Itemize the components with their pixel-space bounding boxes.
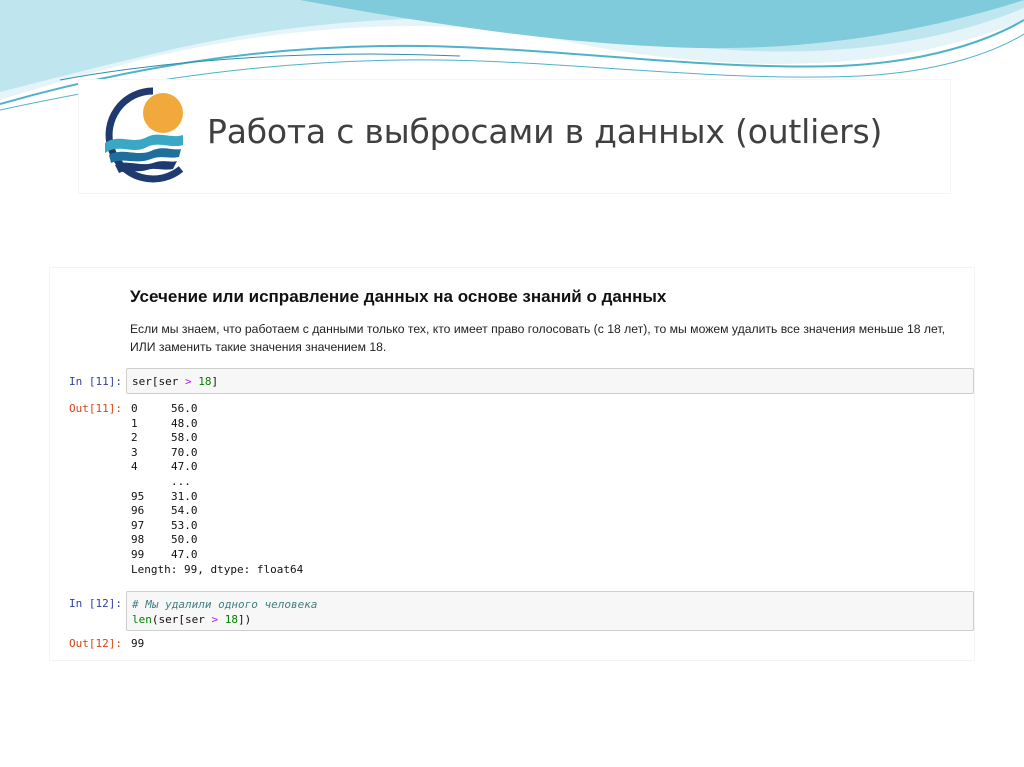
output-prompt-12: Out[12]:: [69, 637, 122, 650]
series-ellipsis-row: ...: [171, 474, 191, 488]
series-row: 1 48.0: [131, 416, 198, 430]
markdown-paragraph: Если мы знаем, что работаем с данными то…: [130, 322, 946, 354]
input-prompt-12: In [12]:: [69, 597, 122, 610]
series-row: 4 47.0: [131, 460, 198, 474]
output-prompt-11: Out[11]:: [69, 402, 122, 415]
sun-over-waves-logo-icon: [105, 87, 184, 183]
series-row: 97 53.0: [131, 518, 198, 532]
series-row: 2 58.0: [131, 431, 198, 445]
markdown-heading: Усечение или исправление данных на основ…: [130, 287, 667, 306]
slide-title: Работа с выбросами в данных (outliers): [207, 112, 883, 151]
code-cell-12-input[interactable]: # Мы удалили одного человека len(ser[ser…: [126, 591, 974, 631]
code-cell-11-input[interactable]: ser[ser > 18]: [126, 368, 974, 394]
series-row: 3 70.0: [131, 445, 198, 459]
code-line: ser[ser > 18]: [132, 375, 219, 388]
code-line: len(ser[ser > 18]): [132, 613, 252, 626]
input-prompt-11: In [11]:: [69, 375, 122, 388]
series-row: 98 50.0: [131, 533, 198, 547]
series-footer: Length: 99, dtype: float64: [131, 562, 304, 576]
title-banner: Работа с выбросами в данных (outliers): [79, 80, 950, 193]
series-output: 0 56.0 1 48.0 2 58.0 3 70.0 4 47.0 ... 95 31.0…: [131, 402, 303, 577]
result-output: 99: [131, 637, 145, 650]
series-row: 95 31.0: [131, 489, 198, 503]
series-row: 0 56.0: [131, 402, 198, 415]
code-comment-line: # Мы удалили одного человека: [132, 598, 318, 611]
series-row: 99 47.0: [131, 547, 198, 561]
notebook-screenshot: Усечение или исправление данных на основ…: [50, 268, 974, 660]
series-row: 96 54.0: [131, 504, 198, 518]
